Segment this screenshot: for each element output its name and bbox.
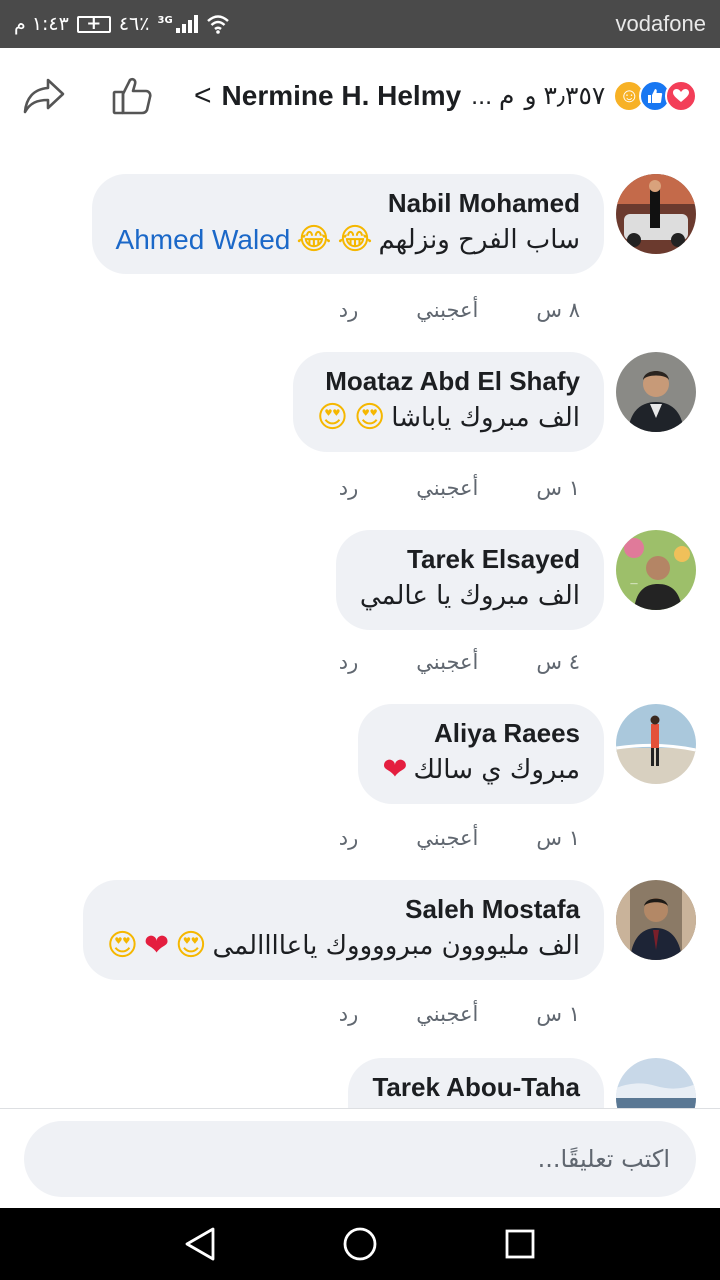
red-heart-emoji-icon: ❤ [382,752,408,787]
comment-item: Tarek Abou-Taha [348,1058,696,1108]
avatar[interactable] [616,1058,696,1108]
reply-link[interactable]: رد [339,1002,359,1026]
battery-icon [76,13,111,34]
like-comment-link[interactable]: أعجبني [416,650,478,674]
comment-text-body: الف مبروك يا عالمي [359,581,580,611]
like-comment-link[interactable]: أعجبني [416,826,478,850]
post-author-name: Nermine H. Helmy [221,80,462,111]
chevron-left-icon: < [194,79,212,112]
reaction-count: ٣٫٣٥٧ و [524,82,606,110]
comment-author[interactable]: Saleh Mostafa [107,892,580,926]
share-button[interactable] [20,72,68,120]
comment-time: ١ س [536,826,580,850]
comment-text: الف مبروك يا عالمي [360,576,580,616]
comments-list[interactable]: Nabil Mohamed ساب الفرح ونزلهم 😂 😂 Ahmed… [0,144,720,1108]
comment-text-body: مبروك ي سالك [413,755,580,785]
reply-link[interactable]: رد [339,298,359,322]
comment-time: ٨ س [536,298,580,322]
comment-text: الف مبروك ياباشا 😍 😍 [317,398,580,438]
reaction-summary[interactable]: ☺ [613,80,698,112]
comment-input[interactable] [24,1121,696,1197]
comment-actions: ٨ س أعجبني رد [339,298,580,322]
comment-bubble[interactable]: Tarek Elsayed الف مبروك يا عالمي [335,530,604,630]
love-reaction-icon [665,80,698,112]
comment-actions: ٤ س أعجبني رد [339,650,580,674]
comment-time: ٤ س [536,650,580,674]
comment-time: ١ س [536,1002,580,1026]
heart-eyes-emoji-icon: 😍 [316,400,348,435]
heart-eyes-emoji-icon: 😍 [175,928,207,963]
home-circle-icon [343,1227,377,1261]
comment-author[interactable]: Tarek Abou-Taha [372,1070,580,1104]
like-comment-link[interactable]: أعجبني [416,476,478,500]
post-title-link[interactable]: < Nermine H. Helmy ... م ٣٫٣٥٧ و ☺ [194,79,698,113]
avatar[interactable] [616,174,696,254]
comment-item: Saleh Mostafa الف مليووون مبرووووك ياعاا… [82,880,696,980]
comment-author[interactable]: Tarek Elsayed [360,542,580,576]
comment-bubble[interactable]: Aliya Raees مبروك ي سالك ❤ [358,704,604,804]
comment-bubble[interactable]: Saleh Mostafa الف مليووون مبرووووك ياعاا… [82,880,604,980]
comment-text-body: ساب الفرح ونزلهم [378,225,581,255]
status-bar: ١:٤٣ م ٤٦٪ 3G vodafone [0,0,720,48]
android-nav-bar [0,1208,720,1280]
reply-link[interactable]: رد [339,476,359,500]
status-left: ١:٤٣ م ٤٦٪ 3G [14,13,230,35]
share-icon [23,78,65,114]
heart-eyes-emoji-icon: 😍 [354,400,386,435]
comment-author[interactable]: Moataz Abd El Shafy [317,364,580,398]
comment-composer [0,1108,720,1208]
signal-icon: 3G [157,15,198,33]
comment-text: مبروك ي سالك ❤ [382,750,580,790]
back-button[interactable] [170,1214,230,1274]
clock: ١:٤٣ م [14,13,69,35]
carrier-name: vodafone [615,11,706,36]
reply-link[interactable]: رد [339,826,359,850]
comment-author[interactable]: Nabil Mohamed [116,186,580,220]
comment-time: ١ س [536,476,580,500]
post-header: < Nermine H. Helmy ... م ٣٫٣٥٧ و ☺ [0,48,720,144]
comment-bubble[interactable]: Nabil Mohamed ساب الفرح ونزلهم 😂 😂 Ahmed… [91,174,604,274]
like-comment-link[interactable]: أعجبني [416,1002,478,1026]
comment-actions: ١ س أعجبني رد [339,1002,580,1026]
recents-button[interactable] [490,1214,550,1274]
avatar[interactable] [616,880,696,960]
avatar[interactable] [616,704,696,784]
comment-item: Moataz Abd El Shafy الف مبروك ياباشا 😍 😍 [292,352,696,452]
comment-text: ساب الفرح ونزلهم 😂 😂 Ahmed Waled [116,220,580,260]
laughing-emoji-icon: 😂 [337,222,373,257]
mention-link[interactable]: Ahmed Waled [116,220,291,260]
comment-author[interactable]: Aliya Raees [382,716,580,750]
red-heart-emoji-icon: ❤ [144,928,170,963]
comment-text: الف مليووون مبرووووك ياعاااالمى 😍 ❤ 😍 [107,926,580,966]
comment-text-body: الف مليووون مبرووووك ياعاااالمى [212,931,580,961]
comment-text-body: الف مبروك ياباشا [391,403,580,433]
comment-item: — Tarek Elsayed الف مبروك يا عالمي [335,530,696,630]
home-button[interactable] [330,1214,390,1274]
network-type: 3G [157,15,173,26]
comment-item: Nabil Mohamed ساب الفرح ونزلهم 😂 😂 Ahmed… [91,174,696,274]
thumbs-up-icon [112,77,152,115]
comment-bubble[interactable]: Moataz Abd El Shafy الف مبروك ياباشا 😍 😍 [292,352,604,452]
comment-actions: ١ س أعجبني رد [339,826,580,850]
back-triangle-icon [185,1227,215,1261]
recents-square-icon [505,1229,535,1259]
svg-text:—: — [630,579,638,588]
laughing-emoji-icon: 😂 [296,222,332,257]
battery-percent: ٤٦٪ [118,13,150,35]
comment-actions: ١ س أعجبني رد [339,476,580,500]
avatar[interactable]: — [616,530,696,610]
heart-eyes-emoji-icon: 😍 [106,928,139,963]
comment-bubble[interactable]: Tarek Abou-Taha [348,1058,604,1108]
comment-item: Aliya Raees مبروك ي سالك ❤ [358,704,696,804]
avatar[interactable] [616,352,696,432]
wifi-icon [206,15,229,34]
ellipsis-text: ... م [471,82,515,110]
like-post-button[interactable] [108,72,156,120]
reply-link[interactable]: رد [339,650,359,674]
like-comment-link[interactable]: أعجبني [416,298,478,322]
